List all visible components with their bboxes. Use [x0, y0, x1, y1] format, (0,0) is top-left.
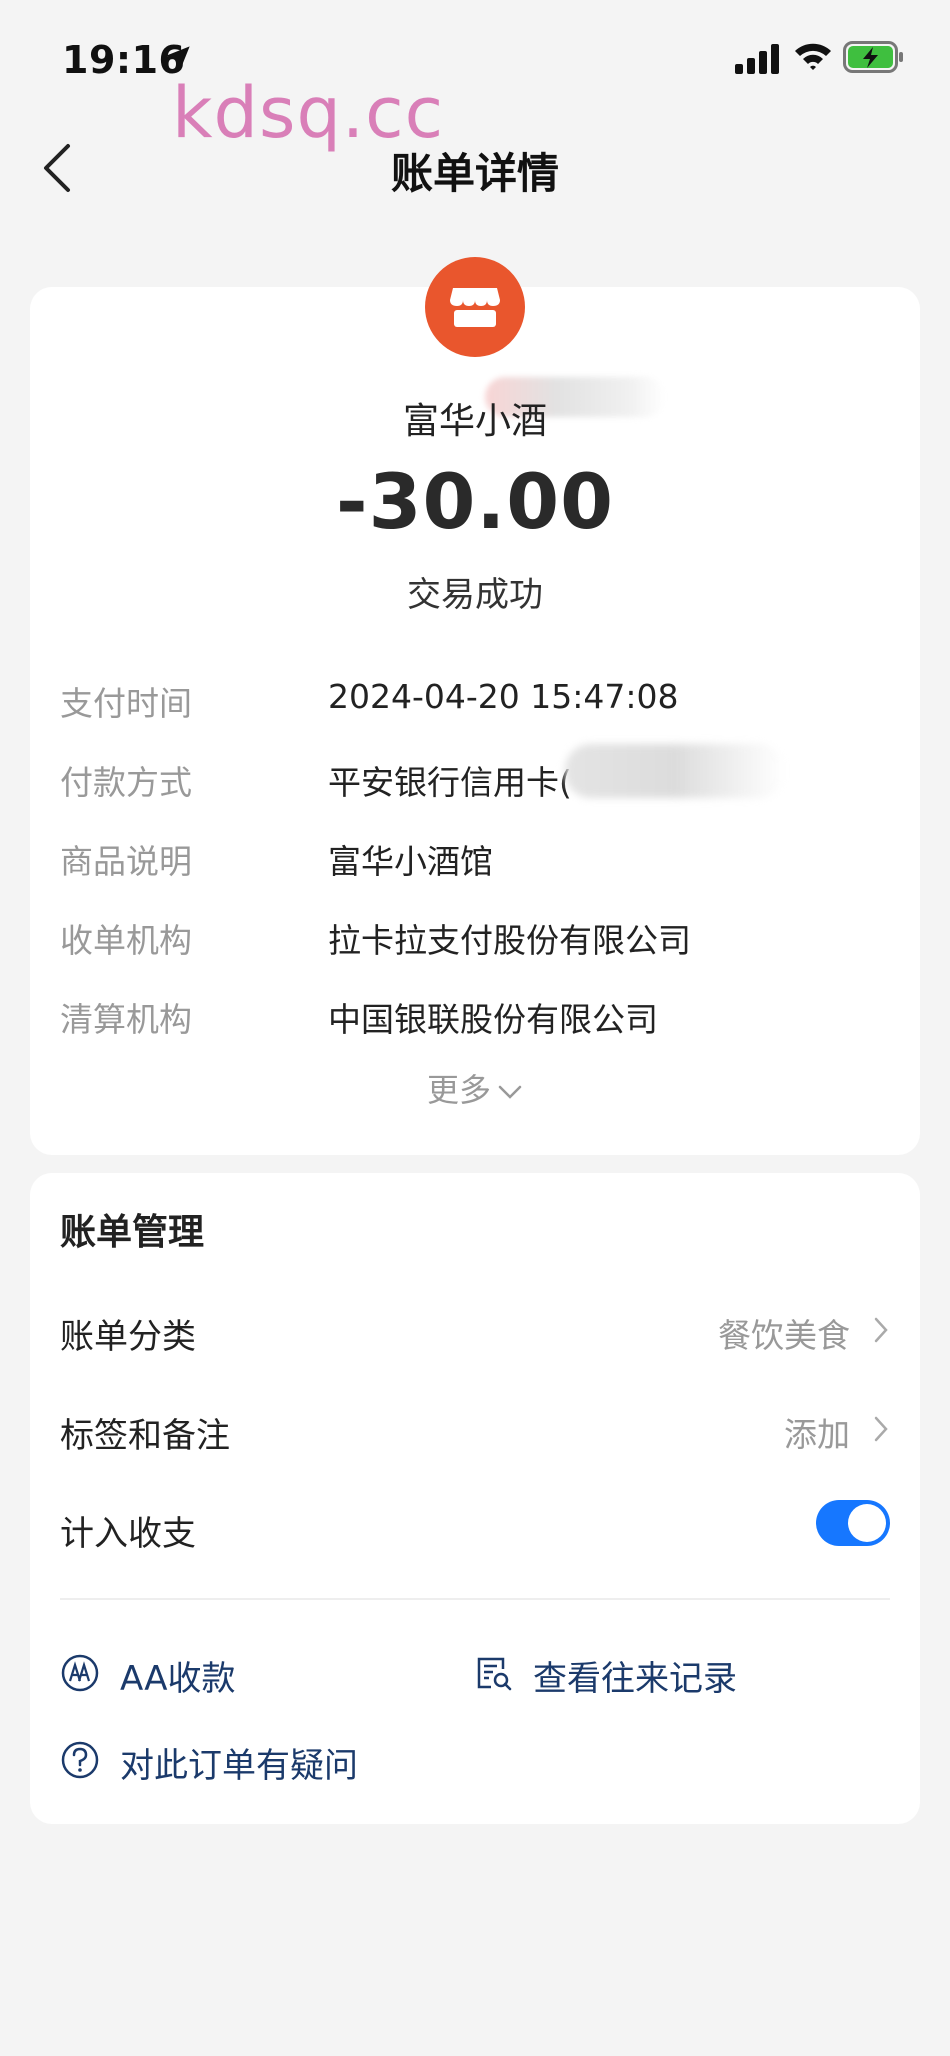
include-in-budget-row: 计入收支 — [60, 1498, 890, 1558]
action-label: AA收款 — [120, 1659, 236, 1699]
detail-row-pay-method: 付款方式 平安银行信用卡( — [60, 744, 890, 806]
transaction-card: 富华小酒 -30.00 交易成功 支付时间 2024-04-20 15:47:0… — [30, 287, 920, 1155]
transaction-amount: -30.00 — [336, 457, 614, 546]
detail-row-product: 商品说明 富华小酒馆 — [60, 835, 890, 885]
more-button[interactable]: 更多 — [30, 1065, 920, 1111]
merchant-avatar — [425, 257, 525, 357]
transaction-status: 交易成功 — [407, 575, 543, 615]
detail-row-clearing: 清算机构 中国银联股份有限公司 — [60, 993, 890, 1043]
question-circle-icon — [61, 1741, 99, 1779]
status-bar: 19:16 — [0, 0, 950, 120]
row-value: 餐饮美食 — [718, 1316, 850, 1355]
detail-label: 收单机构 — [60, 921, 192, 960]
view-records-button[interactable]: 查看往来记录 — [473, 1643, 893, 1703]
detail-label: 支付时间 — [60, 684, 192, 723]
detail-value: 富华小酒馆 — [328, 842, 493, 881]
detail-label: 付款方式 — [60, 763, 192, 802]
records-search-icon — [477, 1657, 512, 1691]
chevron-down-icon — [498, 1085, 522, 1099]
chevron-right-icon — [874, 1317, 888, 1343]
toggle-knob — [848, 1504, 886, 1542]
location-arrow-icon — [166, 46, 190, 70]
bill-management-card: 账单管理 账单分类 餐饮美食 标签和备注 添加 计入收支 AA收款 查看往来记录 — [30, 1173, 920, 1824]
detail-row-pay-time: 支付时间 2024-04-20 15:47:08 — [60, 677, 890, 727]
row-label: 计入收支 — [60, 1514, 196, 1554]
detail-value: 拉卡拉支付股份有限公司 — [328, 921, 691, 960]
detail-label: 商品说明 — [60, 842, 192, 881]
aa-icon — [61, 1654, 99, 1692]
row-value: 添加 — [784, 1415, 850, 1454]
row-label: 账单分类 — [60, 1317, 196, 1357]
cellular-signal-icon — [735, 44, 779, 74]
redaction-blur — [565, 744, 785, 798]
action-label: 对此订单有疑问 — [120, 1746, 358, 1786]
bill-category-row[interactable]: 账单分类 餐饮美食 — [60, 1301, 890, 1361]
aa-collect-button[interactable]: AA收款 — [60, 1643, 440, 1703]
action-label: 查看往来记录 — [533, 1659, 737, 1699]
wifi-icon — [795, 43, 831, 70]
tags-notes-row[interactable]: 标签和备注 添加 — [60, 1400, 890, 1460]
page-title: 账单详情 — [390, 149, 559, 198]
store-icon — [450, 288, 500, 327]
row-label: 标签和备注 — [60, 1416, 230, 1456]
chevron-right-icon — [874, 1416, 888, 1442]
detail-value: 平安银行信用卡( — [328, 763, 572, 802]
merchant-name: 富华小酒 — [402, 401, 547, 442]
more-label: 更多 — [426, 1071, 491, 1109]
section-title: 账单管理 — [60, 1212, 205, 1253]
detail-value: 2024-04-20 15:47:08 — [328, 677, 679, 716]
order-question-button[interactable]: 对此订单有疑问 — [60, 1730, 480, 1790]
detail-value: 中国银联股份有限公司 — [328, 1000, 658, 1039]
include-in-budget-toggle[interactable] — [816, 1500, 890, 1546]
divider — [60, 1598, 890, 1600]
detail-row-acquirer: 收单机构 拉卡拉支付股份有限公司 — [60, 914, 890, 964]
detail-label: 清算机构 — [60, 1000, 192, 1039]
battery-charging-icon — [843, 41, 903, 73]
